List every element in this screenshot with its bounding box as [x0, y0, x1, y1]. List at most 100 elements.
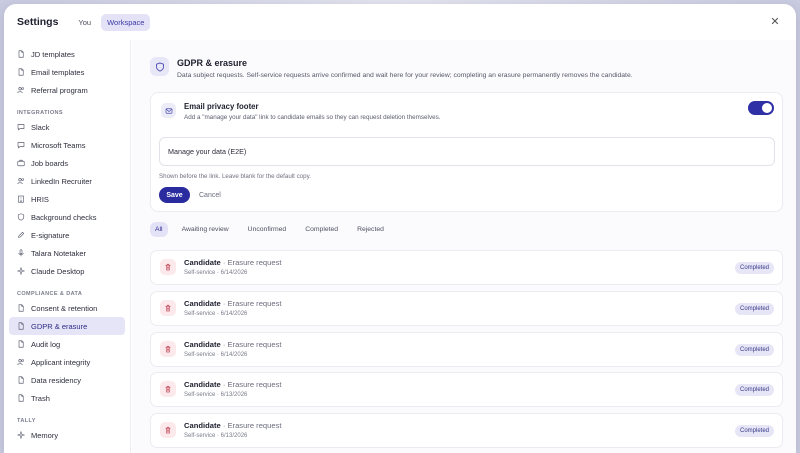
file-icon	[17, 394, 25, 402]
close-icon[interactable]: ✕	[768, 15, 782, 29]
trash-icon	[160, 299, 176, 316]
sidebar-item-email-templates[interactable]: Email templates	[9, 63, 125, 81]
section-label-integrations: INTEGRATIONS	[17, 110, 63, 116]
sidebar-item-trash[interactable]: Trash	[9, 389, 125, 407]
section-label-tally: TALLY	[17, 418, 36, 424]
sidebar-item-label: GDPR & erasure	[31, 321, 88, 331]
email-privacy-footer-card: Email privacy footer Add a "manage your …	[150, 92, 783, 212]
filter-completed[interactable]: Completed	[300, 222, 343, 237]
sidebar-item-claude-desktop[interactable]: Claude Desktop	[9, 262, 125, 280]
pen-icon	[17, 231, 25, 239]
sidebar-item-label: E-signature	[31, 230, 70, 240]
filter-unconfirmed[interactable]: Unconfirmed	[243, 222, 292, 237]
save-button[interactable]: Save	[159, 187, 190, 203]
filter-rejected[interactable]: Rejected	[352, 222, 389, 237]
sidebar-item-slack[interactable]: Slack	[9, 118, 125, 136]
filter-awaiting-review[interactable]: Awaiting review	[177, 222, 234, 237]
trash-icon	[160, 422, 176, 439]
sidebar-item-label: Claude Desktop	[31, 266, 85, 276]
sidebar-item-hris[interactable]: HRIS	[9, 190, 125, 208]
sidebar-item-referral-program[interactable]: Referral program	[9, 81, 125, 99]
building-icon	[17, 195, 25, 203]
section-label-compliance: COMPLIANCE & DATA	[17, 291, 83, 297]
sidebar-item-talara-notetaker[interactable]: Talara Notetaker	[9, 244, 125, 262]
sidebar-item-label: JD templates	[31, 49, 75, 59]
request-meta: Self-service · 6/14/2026	[184, 310, 248, 317]
request-type: Erasure request	[227, 298, 282, 308]
footer-text-input[interactable]	[159, 137, 775, 166]
request-meta: Self-service · 6/14/2026	[184, 270, 248, 276]
request-title: Candidate · Erasure request	[184, 299, 282, 308]
sidebar-item-label: Data residency	[31, 375, 82, 385]
sidebar-item-linkedin-recruiter[interactable]: LinkedIn Recruiter	[9, 172, 125, 190]
request-subject: Candidate	[184, 298, 221, 308]
sparkle-icon	[17, 431, 25, 439]
sidebar-item-label: Consent & retention	[31, 303, 98, 313]
table-row[interactable]: Candidate · Erasure request Self-service …	[150, 331, 783, 367]
status-badge: Completed	[734, 384, 774, 397]
sidebar-item-jd-templates[interactable]: JD templates	[9, 45, 125, 63]
file-icon	[17, 376, 25, 384]
status-badge: Completed	[734, 425, 774, 438]
status-badge: Completed	[734, 262, 774, 274]
request-type: Erasure request	[227, 339, 282, 349]
users-icon	[17, 358, 25, 366]
sidebar-item-memory[interactable]: Memory	[9, 426, 125, 444]
request-meta: Self-service · 6/13/2026	[184, 392, 248, 399]
table-row[interactable]: Candidate · Erasure request Self-service …	[150, 290, 783, 326]
file-icon	[17, 68, 25, 76]
sidebar-item-e-signature[interactable]: E-signature	[9, 226, 125, 244]
input-hint: Shown before the link. Leave blank for t…	[159, 173, 311, 180]
cancel-button[interactable]: Cancel	[199, 187, 221, 203]
request-type: Erasure request	[227, 380, 282, 390]
users-icon	[17, 177, 25, 185]
main-panel: GDPR & erasure Data subject requests. Se…	[132, 40, 796, 453]
request-meta: Self-service · 6/14/2026	[184, 351, 248, 358]
tab-you[interactable]: You	[72, 14, 97, 31]
table-row[interactable]: Candidate · Erasure request Self-service …	[150, 250, 783, 285]
modal-title: Settings	[17, 16, 59, 28]
request-list: Candidate · Erasure request Self-service …	[150, 250, 783, 453]
chat-icon	[17, 141, 25, 149]
sidebar-item-label: Slack	[31, 122, 50, 132]
privacy-footer-toggle[interactable]	[748, 101, 774, 115]
table-row[interactable]: Candidate · Erasure request Self-service …	[150, 413, 783, 449]
trash-icon	[160, 381, 176, 398]
chat-icon	[17, 123, 25, 131]
request-type: Erasure request	[227, 258, 282, 267]
request-title: Candidate · Erasure request	[184, 258, 282, 267]
sidebar-item-label: Trash	[31, 393, 50, 403]
briefcase-icon	[17, 159, 25, 167]
sidebar-item-applicant-integrity[interactable]: Applicant integrity	[9, 353, 125, 371]
sidebar-item-label: LinkedIn Recruiter	[31, 176, 92, 186]
file-icon	[17, 50, 25, 58]
table-row[interactable]: Candidate · Erasure request Self-service …	[150, 372, 783, 408]
mic-icon	[17, 249, 25, 257]
tab-workspace[interactable]: Workspace	[101, 13, 151, 31]
file-icon	[17, 322, 25, 330]
sidebar-item-label: Talara Notetaker	[31, 248, 87, 258]
request-subject: Candidate	[184, 380, 221, 390]
sidebar-item-consent-and-retention[interactable]: Consent & retention	[9, 299, 125, 317]
sidebar-item-label: Audit log	[31, 339, 61, 349]
settings-modal: Settings You Workspace ✕ JD templates Ema…	[4, 4, 796, 453]
trash-icon	[160, 259, 176, 275]
request-type: Erasure request	[227, 421, 282, 431]
sidebar-item-audit-log[interactable]: Audit log	[9, 335, 125, 353]
request-title: Candidate · Erasure request	[184, 380, 282, 389]
sidebar-item-label: Microsoft Teams	[31, 140, 86, 150]
status-badge: Completed	[734, 302, 774, 315]
sidebar-item-job-boards[interactable]: Job boards	[9, 154, 125, 172]
sidebar-item-microsoft-teams[interactable]: Microsoft Teams	[9, 136, 125, 154]
sidebar-item-label: Referral program	[31, 85, 88, 95]
modal-header: Settings You Workspace ✕	[4, 4, 796, 40]
sidebar-item-gdpr-and-erasure[interactable]: GDPR & erasure	[9, 317, 125, 335]
sidebar-item-background-checks[interactable]: Background checks	[9, 208, 125, 226]
sidebar: JD templates Email templates Referral prog…	[4, 40, 131, 453]
status-badge: Completed	[734, 343, 774, 356]
request-title: Candidate · Erasure request	[184, 340, 282, 349]
filter-all[interactable]: All	[150, 222, 168, 237]
sidebar-item-data-residency[interactable]: Data residency	[9, 371, 125, 389]
page-description: Data subject requests. Self-service requ…	[177, 72, 633, 79]
sidebar-item-label: Applicant integrity	[31, 357, 91, 367]
